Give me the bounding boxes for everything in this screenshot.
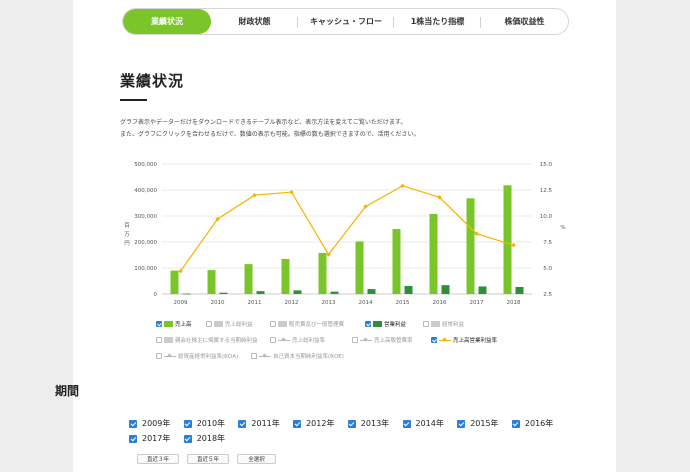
- year-checkbox[interactable]: [457, 419, 466, 428]
- legend-item[interactable]: 自己資本当期純利益率(ROE): [251, 352, 344, 360]
- legend-label: 売上総利益: [225, 322, 253, 328]
- last-3-years-button[interactable]: 直近３年: [137, 454, 179, 464]
- legend-checkbox[interactable]: [423, 321, 429, 327]
- legend-label: 売上高営業利益率: [453, 338, 498, 344]
- legend-bar-swatch: [164, 321, 173, 327]
- legend-checkbox[interactable]: [352, 337, 358, 343]
- legend-bar-swatch: [214, 321, 223, 327]
- legend-label: 売上高: [175, 322, 192, 328]
- legend-checkbox[interactable]: [270, 337, 276, 343]
- year-checkbox-item[interactable]: 2009年: [129, 418, 170, 429]
- year-checkbox-item[interactable]: 2017年: [129, 433, 170, 444]
- year-checkbox-item[interactable]: 2014年: [402, 418, 444, 429]
- year-checkbox-item[interactable]: 2010年: [183, 418, 226, 429]
- legend-item[interactable]: 営業利益: [365, 320, 406, 328]
- legend-item[interactable]: 売上総利益率: [270, 336, 325, 344]
- legend-checkbox[interactable]: [156, 321, 162, 327]
- year-checkbox[interactable]: [402, 419, 411, 428]
- legend-label: 営業利益: [384, 322, 407, 328]
- year-checkbox-item[interactable]: 2013年: [347, 418, 390, 429]
- legend-item[interactable]: 売上高営業利益率: [431, 336, 497, 344]
- last-5-years-button[interactable]: 直近５年: [187, 454, 229, 464]
- legend-bar-swatch: [278, 321, 287, 327]
- legend-label: 自己資本当期純利益率(ROE): [273, 354, 344, 360]
- year-label: 2017年: [142, 434, 171, 443]
- legend-bar-swatch: [431, 321, 440, 327]
- page-title: 業績状況: [120, 72, 185, 90]
- year-label: 2012年: [306, 419, 335, 428]
- legend-label: 経常利益: [442, 322, 465, 328]
- year-label: 2013年: [360, 419, 390, 428]
- legend-label: 総資産経常利益率(ROA): [178, 354, 239, 360]
- page-content: 業績状況 財政状態 キャッシュ・フロー 1株当たり指標 株価収益性 業績状況 グ…: [73, 0, 616, 472]
- legend-item[interactable]: 親会社株主に帰属する当期純利益: [156, 336, 258, 344]
- year-label: 2009年: [142, 419, 171, 428]
- description-line-2: また、グラフにクリックを合わせるだけで、数値の表示も可能。指標の数も選択できます…: [120, 131, 420, 138]
- legend-item[interactable]: 売上高販管費率: [352, 336, 413, 344]
- legend-line-icon: [164, 353, 176, 359]
- title-underline: [120, 99, 147, 101]
- year-checkbox[interactable]: [347, 419, 356, 428]
- legend-label: 売上総利益率: [292, 338, 326, 344]
- tab-financial-position[interactable]: 財政状態: [211, 9, 298, 34]
- year-checkbox[interactable]: [129, 434, 137, 443]
- legend-line-icon: [439, 337, 451, 343]
- year-checkbox[interactable]: [238, 419, 247, 428]
- year-checkbox-item[interactable]: 2012年: [293, 418, 334, 429]
- legend-item[interactable]: 売上総利益: [206, 320, 253, 328]
- legend-line-icon: [278, 337, 290, 343]
- legend-checkbox[interactable]: [251, 353, 257, 359]
- year-checkbox-item[interactable]: 2016年: [511, 418, 554, 429]
- legend-item[interactable]: 総資産経常利益率(ROA): [156, 352, 238, 360]
- year-label: 2015年: [470, 419, 499, 428]
- legend-item[interactable]: 売上高: [156, 320, 192, 328]
- year-label: 2010年: [196, 419, 226, 428]
- select-all-button[interactable]: 全選択: [237, 454, 276, 464]
- description-line-1: グラフ表示やデーターだけをダウンロードできるテーブル表示など、表示方法を変えてご…: [120, 119, 407, 126]
- legend-checkbox[interactable]: [156, 353, 162, 359]
- legend-item[interactable]: 経常利益: [423, 320, 464, 328]
- legend-bar-swatch: [164, 337, 173, 343]
- year-checkbox-item[interactable]: 2011年: [238, 418, 280, 429]
- year-label: 2014年: [415, 419, 444, 428]
- legend-item[interactable]: 販売費及び一般管理費: [270, 320, 344, 328]
- legend-checkbox[interactable]: [431, 337, 437, 343]
- legend-checkbox[interactable]: [365, 321, 371, 327]
- legend-label: 販売費及び一般管理費: [289, 322, 345, 328]
- year-label: 2018年: [196, 434, 226, 443]
- legend-checkbox[interactable]: [206, 321, 212, 327]
- year-checkbox[interactable]: [183, 434, 192, 443]
- legend-label: 親会社株主に帰属する当期純利益: [175, 338, 258, 344]
- legend-bar-swatch: [373, 321, 382, 327]
- year-checkbox[interactable]: [129, 419, 137, 428]
- legend-checkbox[interactable]: [270, 321, 276, 327]
- legend-checkbox[interactable]: [156, 337, 162, 343]
- tab-performance[interactable]: 業績状況: [123, 9, 211, 34]
- year-checkbox[interactable]: [293, 419, 302, 428]
- year-checkbox[interactable]: [511, 419, 520, 428]
- year-label: 2016年: [524, 419, 554, 428]
- year-label: 2011年: [251, 419, 280, 428]
- year-checkbox-item[interactable]: 2015年: [457, 418, 499, 429]
- tab-bar: 業績状況 財政状態 キャッシュ・フロー 1株当たり指標 株価収益性: [122, 8, 569, 35]
- legend-label: 売上高販管費率: [374, 338, 413, 344]
- year-checkbox-item[interactable]: 2018年: [183, 433, 226, 444]
- tab-cash-flow[interactable]: キャッシュ・フロー: [298, 9, 394, 34]
- legend-line-icon: [360, 337, 372, 343]
- tab-per-share[interactable]: 1株当たり指標: [394, 9, 481, 34]
- year-checkbox[interactable]: [183, 419, 192, 428]
- period-heading: 期間: [55, 384, 80, 398]
- legend-line-icon: [259, 353, 271, 359]
- tab-stock-profitability[interactable]: 株価収益性: [481, 9, 568, 34]
